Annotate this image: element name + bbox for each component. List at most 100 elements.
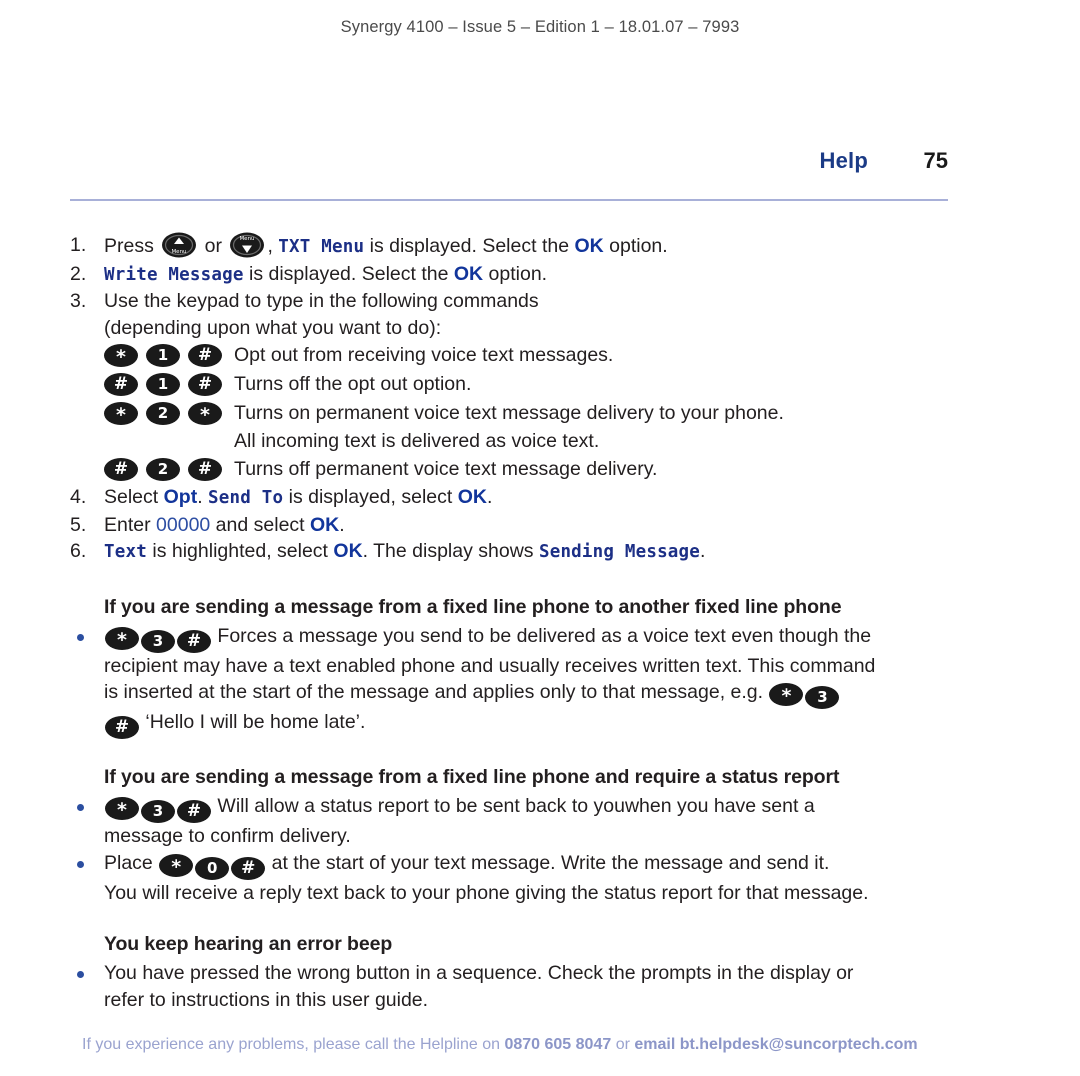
key-hash-icon[interactable]: #	[177, 629, 211, 653]
page-title: Help	[819, 148, 868, 173]
lcd-write-message: Write Message	[104, 264, 244, 285]
list-item: 5. Enter 00000 and select OK.	[70, 512, 1030, 539]
bullet-icon	[77, 804, 84, 811]
step-6-text: Text is highlighted, select OK. The disp…	[104, 540, 705, 562]
page-content: 1. Press Menu or Menu, TXT Menu is displ…	[70, 232, 1030, 1013]
list-number: 3.	[70, 290, 87, 312]
command-row: * 1 # Opt out from receiving voice text …	[70, 341, 1030, 370]
bullet-text-3: is inserted at the start of the message …	[104, 681, 769, 703]
key-hash-icon[interactable]: #	[177, 800, 211, 823]
step-4-part-4: is displayed, select	[283, 486, 458, 508]
list-number: 6.	[70, 540, 87, 562]
bullet-line-2: You will receive a reply text back to yo…	[104, 881, 869, 904]
key-3-icon[interactable]: 3	[141, 629, 175, 653]
key-hash-icon[interactable]: #	[188, 458, 222, 481]
section-heading-error-beep: You keep hearing an error beep	[104, 933, 393, 955]
key-sequence: * 2 *	[104, 402, 234, 426]
step-4-part-2: .	[197, 486, 209, 508]
step-4-part-0: Select	[104, 486, 164, 508]
list-number: 1.	[70, 234, 87, 256]
ok-label: OK	[310, 513, 340, 536]
command-continuation-text: All incoming text is delivered as voice …	[234, 430, 600, 452]
bullet-line-2: refer to instructions in this user guide…	[104, 988, 429, 1011]
bullet-text-pre: Place	[104, 851, 159, 874]
list-number: 4.	[70, 486, 87, 508]
key-hash-icon[interactable]: #	[188, 344, 222, 367]
section-heading-status-report: If you are sending a message from a fixe…	[104, 766, 840, 788]
key-star-icon[interactable]: *	[188, 402, 222, 426]
key-2-icon[interactable]: 2	[146, 458, 180, 481]
list-item: * 3 # Forces a message you send to be deli…	[70, 623, 1030, 739]
step-5-part-4: .	[339, 513, 345, 536]
list-item: 3. Use the keypad to type in the followi…	[70, 288, 1030, 315]
step-2-text: Write Message is displayed. Select the O…	[104, 263, 547, 285]
section-heading-fixed-line: If you are sending a message from a fixe…	[104, 595, 842, 618]
ok-label: OK	[333, 540, 363, 562]
ok-label: OK	[574, 235, 604, 257]
command-row: # 2 # Turns off permanent voice text mes…	[70, 455, 1030, 484]
key-star-icon[interactable]: *	[105, 626, 139, 651]
helpline-phone: 0870 605 8047	[504, 1036, 612, 1053]
key-star-icon[interactable]: *	[104, 402, 138, 426]
bullet-line-4: # ‘Hello I will be home late’.	[104, 709, 1030, 739]
list-number: 2.	[70, 262, 87, 285]
key-hash-icon[interactable]: #	[231, 856, 266, 880]
ok-label: OK	[453, 262, 484, 285]
menu-up-icon[interactable]: Menu	[161, 232, 197, 258]
header-divider	[70, 199, 948, 201]
step-6-part-1: is highlighted, select	[146, 540, 334, 562]
key-sequence: # 2 #	[104, 458, 234, 481]
key-hash-icon[interactable]: #	[105, 716, 139, 739]
key-1-icon[interactable]: 1	[146, 344, 180, 367]
lcd-text: Text	[104, 542, 147, 562]
key-star-icon[interactable]: *	[104, 344, 138, 368]
key-hash-icon[interactable]: #	[188, 373, 222, 396]
helpdesk-email: email bt.helpdesk@suncorptech.com	[634, 1036, 918, 1053]
list-item: 6. Text is highlighted, select OK. The d…	[70, 538, 1030, 566]
list-item: 4. Select Opt. Send To is displayed, sel…	[70, 484, 1030, 512]
step-5-part-0: Enter	[104, 513, 157, 536]
bullet-icon	[77, 860, 84, 868]
bullet-line-1: You have pressed the wrong button in a s…	[104, 962, 854, 984]
page-header: Help 75	[70, 148, 948, 182]
opt-label: Opt	[163, 486, 198, 508]
command-description: Turns on permanent voice text message de…	[234, 402, 784, 424]
svg-text:Menu: Menu	[172, 249, 187, 255]
page-footer: If you experience any problems, please c…	[82, 1036, 1002, 1054]
bullet-line-3: is inserted at the start of the message …	[104, 679, 1030, 709]
key-hash-icon[interactable]: #	[104, 373, 138, 396]
step-2-part-3: option.	[483, 262, 548, 285]
svg-text:Menu: Menu	[240, 236, 255, 242]
key-hash-icon[interactable]: #	[104, 458, 138, 481]
step-3-line2: (depending upon what you want to do):	[104, 316, 442, 339]
bullet-icon	[77, 971, 84, 978]
bullet-text-1: Forces a message you send to be delivere…	[217, 624, 872, 647]
list-item: * 3 # Will allow a status report to be sen…	[70, 793, 1030, 850]
bullet-text-1: Will allow a status report to be sent ba…	[217, 795, 815, 817]
list-item: 1. Press Menu or Menu, TXT Menu is displ…	[70, 232, 1030, 261]
step-5-text: Enter 00000 and select OK.	[104, 514, 345, 536]
bullet-line-1: * 3 # Will allow a status report to be sen…	[104, 793, 1030, 823]
key-star-icon[interactable]: *	[105, 797, 139, 821]
command-description: Opt out from receiving voice text messag…	[234, 344, 614, 366]
key-3-icon[interactable]: 3	[805, 686, 840, 709]
command-continuation: All incoming text is delivered as voice …	[70, 428, 1030, 455]
key-star-icon[interactable]: *	[769, 683, 804, 707]
menu-down-icon[interactable]: Menu	[229, 232, 265, 258]
key-1-icon[interactable]: 1	[146, 373, 180, 396]
step-1-part-6: is displayed. Select the	[364, 235, 575, 257]
step-1-part-2: or	[199, 235, 228, 257]
key-3-icon[interactable]: 3	[141, 800, 175, 823]
key-2-icon[interactable]: 2	[146, 402, 180, 425]
key-0-icon[interactable]: 0	[195, 856, 230, 880]
list-number: 5.	[70, 513, 87, 536]
step-1-text: Press Menu or Menu, TXT Menu is displaye…	[104, 232, 668, 258]
footer-text-1: If you experience any problems, please c…	[82, 1036, 505, 1053]
key-sequence: * 1 #	[104, 344, 234, 368]
lcd-txt-menu: TXT Menu	[278, 237, 365, 257]
step-1-part-8: option.	[603, 235, 668, 257]
key-star-icon[interactable]: *	[159, 853, 194, 878]
step-4-text: Select Opt. Send To is displayed, select…	[104, 486, 492, 508]
command-row: # 1 # Turns off the opt out option.	[70, 370, 1030, 399]
bullet-line-1: * 3 # Forces a message you send to be deli…	[104, 623, 1030, 653]
